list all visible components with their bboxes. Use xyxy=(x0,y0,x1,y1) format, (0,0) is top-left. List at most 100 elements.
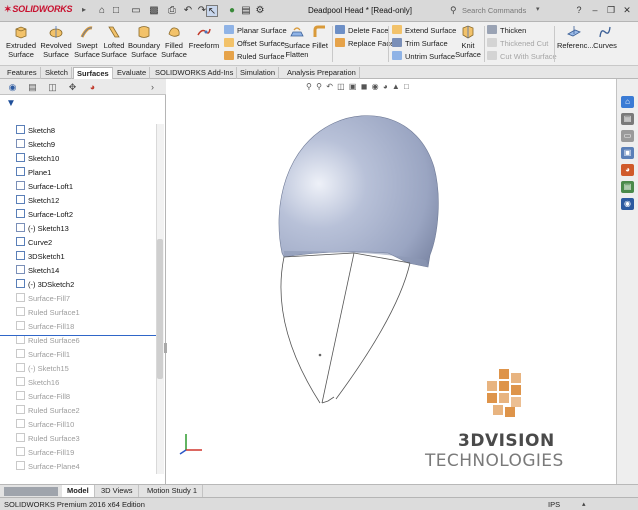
minimize-button[interactable]: – xyxy=(588,4,602,17)
tab-simulation[interactable]: Simulation xyxy=(237,67,280,79)
tree-item[interactable]: Ruled Surface2 xyxy=(16,404,80,418)
help-icon[interactable]: ? xyxy=(572,4,586,17)
view-palette-icon[interactable]: ▣ xyxy=(621,147,634,159)
property-manager-icon[interactable]: ▤ xyxy=(26,81,39,93)
forum-icon[interactable]: ◉ xyxy=(621,198,634,210)
extend-surface-button[interactable]: Extend Surface xyxy=(392,25,456,37)
rebuild-icon[interactable]: ● xyxy=(226,5,238,17)
tab-evaluate[interactable]: Evaluate xyxy=(114,67,151,79)
tree-item[interactable]: (-) Sketch15 xyxy=(16,362,69,376)
tree-item[interactable]: Surface-Loft2 xyxy=(16,208,73,222)
tree-item[interactable]: Plane1 xyxy=(16,166,51,180)
offset-surface-button[interactable]: Offset Surface xyxy=(224,38,285,50)
new-document-icon[interactable]: □ xyxy=(110,5,122,17)
tree-scrollbar-thumb[interactable] xyxy=(157,239,163,379)
close-button[interactable]: ✕ xyxy=(620,4,634,17)
tree-item[interactable]: Ruled Surface6 xyxy=(16,334,80,348)
tab-solidworks-add-ins[interactable]: SOLIDWORKS Add-Ins xyxy=(152,67,238,79)
appearances-icon[interactable]: ◕ xyxy=(621,164,634,176)
undo-icon[interactable]: ↶ xyxy=(182,5,194,17)
design-library-icon[interactable]: ▤ xyxy=(621,113,634,125)
surface-flatten-button[interactable]: Surface Flatten xyxy=(284,24,310,59)
tree-item[interactable]: Surface-Plane4 xyxy=(16,460,80,474)
open-icon[interactable]: ▭ xyxy=(130,5,142,17)
revolved-surface-button[interactable]: Revolved Surface xyxy=(40,24,72,59)
tree-item[interactable]: Surface-Fill8 xyxy=(16,390,70,404)
cut-with-surface-button[interactable]: Cut With Surface xyxy=(487,51,557,63)
display-style-icon[interactable]: ◼ xyxy=(361,82,369,91)
tree-item[interactable]: Ruled Surface1 xyxy=(16,306,80,320)
thicken-button[interactable]: Thicken xyxy=(487,25,526,37)
tree-item[interactable]: Surface-Fill10 xyxy=(16,418,74,432)
tree-item[interactable]: Surface-Fill1 xyxy=(16,348,70,362)
edit-appearance-icon[interactable]: ◕ xyxy=(383,82,389,91)
tab-3d-views[interactable]: 3D Views xyxy=(96,485,139,497)
rollback-bar[interactable] xyxy=(0,335,156,336)
extruded-surface-button[interactable]: Extruded Surface xyxy=(6,24,36,59)
hide-show-items-icon[interactable]: ◉ xyxy=(372,82,380,91)
file-explorer-icon[interactable]: ▭ xyxy=(621,130,634,142)
tree-item[interactable]: Sketch9 xyxy=(16,138,55,152)
thickened-cut-button[interactable]: Thickened Cut xyxy=(487,38,548,50)
panel-collapse-icon[interactable]: › xyxy=(146,81,159,93)
replace-face-button[interactable]: Replace Face xyxy=(335,38,394,50)
tab-scroll-arrows[interactable] xyxy=(4,487,58,496)
view-orientation-icon[interactable]: ▣ xyxy=(349,82,358,91)
options-gear-icon[interactable]: ⚙ xyxy=(254,5,266,17)
head-surface-model[interactable] xyxy=(250,105,460,415)
tree-item[interactable]: (-) Sketch13 xyxy=(16,222,69,236)
tree-item[interactable]: Surface-Fill18 xyxy=(16,320,74,334)
solidworks-resources-icon[interactable]: ⌂ xyxy=(621,96,634,108)
restore-button[interactable]: ❐ xyxy=(604,4,618,17)
tab-features[interactable]: Features xyxy=(4,67,41,79)
tree-item[interactable]: Sketch8 xyxy=(16,124,55,138)
reference-geometry-button[interactable]: Referenc... xyxy=(557,24,594,50)
heads-up-view-toolbar[interactable]: ⚲ ⚲ ↶ ◫ ▣ ◼ ◉ ◕ ▲ □ xyxy=(306,82,492,92)
zoom-to-area-icon[interactable]: ⚲ xyxy=(316,82,323,91)
tab-analysis-preparation[interactable]: Analysis Preparation xyxy=(284,67,360,79)
dimxpert-manager-icon[interactable]: ✥ xyxy=(66,81,79,93)
tree-item[interactable]: Sketch14 xyxy=(16,264,59,278)
delete-face-button[interactable]: Delete Face xyxy=(335,25,388,37)
solidworks-logo[interactable]: ✶SOLIDWORKS xyxy=(4,4,73,15)
tab-model[interactable]: Model xyxy=(62,485,95,497)
boundary-surface-button[interactable]: Boundary Surface xyxy=(128,24,160,59)
trim-surface-button[interactable]: Trim Surface xyxy=(392,38,448,50)
tree-item[interactable]: Surface-Loft1 xyxy=(16,180,73,194)
menu-expand-icon[interactable]: ▸ xyxy=(82,5,86,14)
print-icon[interactable]: ⎙ xyxy=(166,5,178,17)
previous-view-icon[interactable]: ↶ xyxy=(326,82,334,91)
tree-item[interactable]: (-) 3DSketch2 xyxy=(16,278,74,292)
feature-manager-tree-icon[interactable]: ◉ xyxy=(6,81,19,93)
save-icon[interactable]: ▩ xyxy=(148,5,160,17)
tree-item[interactable]: Ruled Surface3 xyxy=(16,432,80,446)
tree-item[interactable]: Sketch10 xyxy=(16,152,59,166)
tree-item[interactable]: Sketch12 xyxy=(16,194,59,208)
display-manager-icon[interactable]: ◕ xyxy=(86,81,99,93)
file-properties-icon[interactable]: ▤ xyxy=(240,5,252,17)
tree-item[interactable]: Curve2 xyxy=(16,236,52,250)
filled-surface-button[interactable]: Filled Surface xyxy=(161,24,187,59)
custom-properties-icon[interactable]: ▤ xyxy=(621,181,634,193)
fillet-button[interactable]: Fillet xyxy=(311,24,329,50)
section-view-icon[interactable]: ◫ xyxy=(337,82,346,91)
lofted-surface-button[interactable]: Lofted Surface xyxy=(101,24,127,59)
tree-item[interactable]: Sketch16 xyxy=(16,376,59,390)
untrim-surface-button[interactable]: Untrim Surface xyxy=(392,51,455,63)
zoom-to-fit-icon[interactable]: ⚲ xyxy=(306,82,313,91)
tree-item[interactable]: Surface-Fill7 xyxy=(16,292,70,306)
ruled-surface-button[interactable]: Ruled Surface xyxy=(224,51,285,63)
tree-item[interactable]: Surface-Fill19 xyxy=(16,446,74,460)
tab-surfaces[interactable]: Surfaces xyxy=(73,67,113,79)
dome-surface[interactable] xyxy=(278,115,439,268)
freeform-button[interactable]: Freeform xyxy=(188,24,220,50)
tab-motion-study-1[interactable]: Motion Study 1 xyxy=(142,485,204,497)
curves-button[interactable]: Curves xyxy=(592,24,618,50)
apply-scene-icon[interactable]: ▲ xyxy=(392,82,401,91)
knit-surface-button[interactable]: Knit Surface xyxy=(455,24,481,59)
search-commands-input[interactable]: Search Commands xyxy=(462,6,532,15)
tab-sketch[interactable]: Sketch xyxy=(42,67,72,79)
tree-item[interactable]: 3DSketch1 xyxy=(16,250,65,264)
planar-surface-button[interactable]: Planar Surface xyxy=(224,25,287,37)
home-icon[interactable]: ⌂ xyxy=(96,5,108,17)
